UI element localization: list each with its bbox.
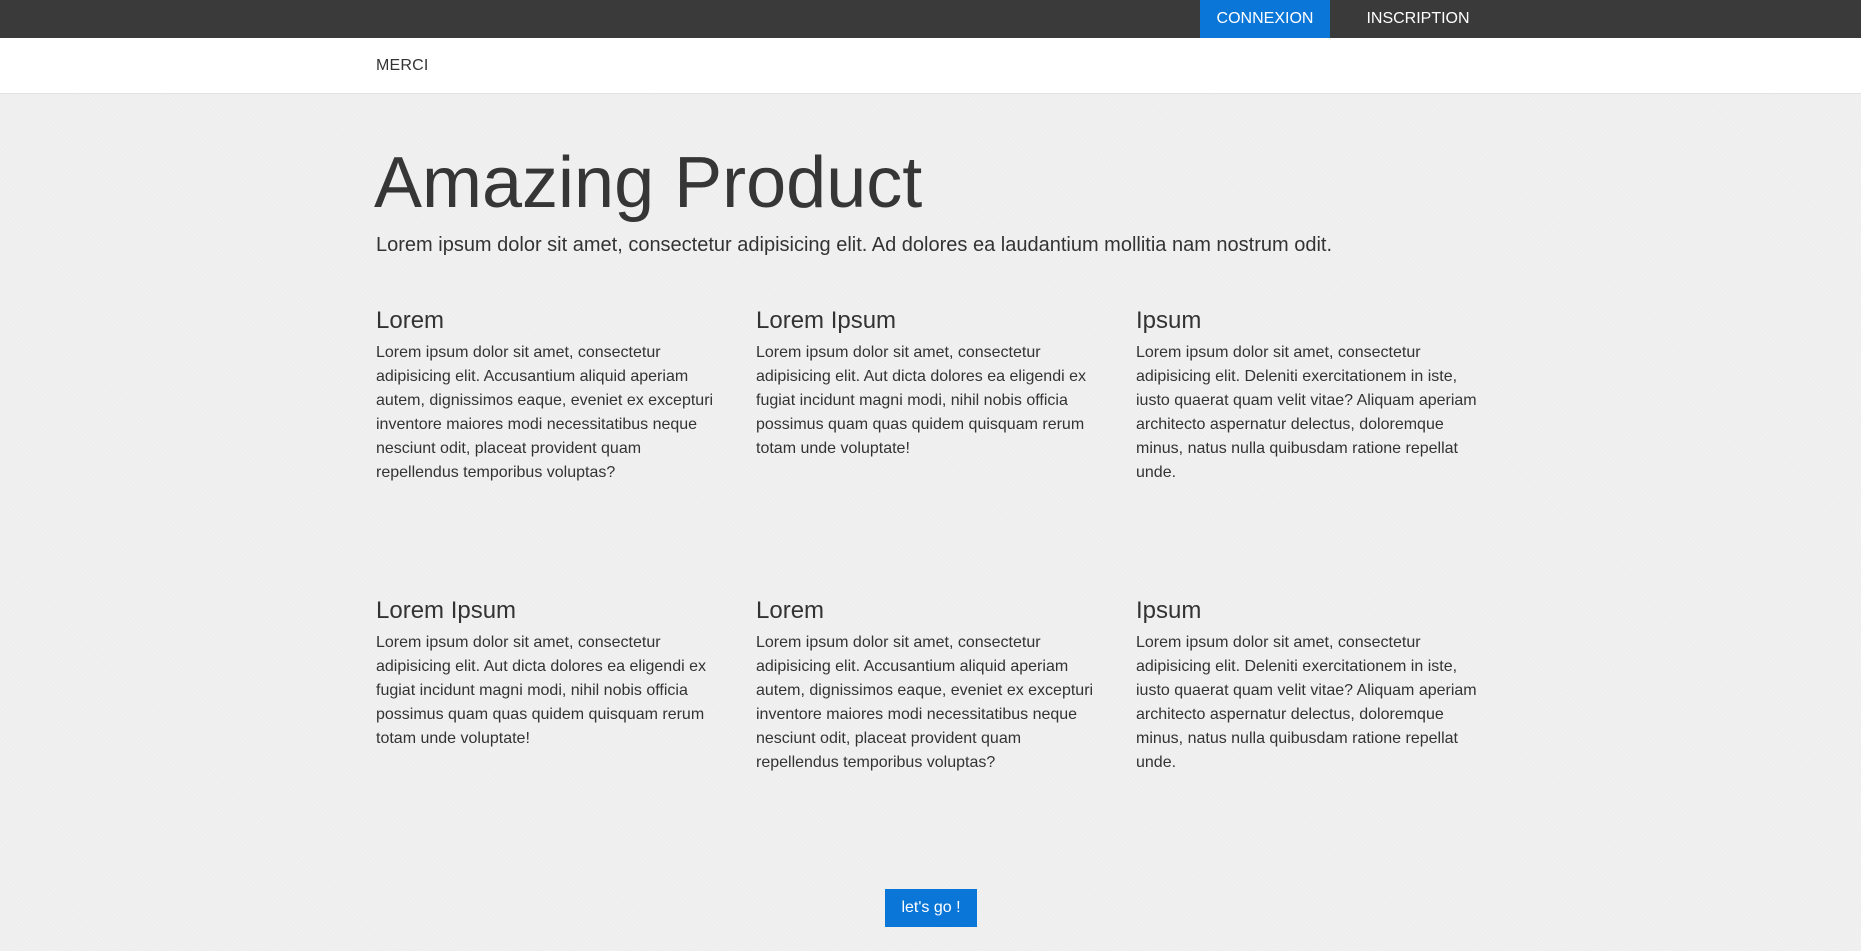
feature-title: Lorem Ipsum: [376, 597, 517, 624]
nav-connexion-link[interactable]: CONNEXION: [1200, 0, 1330, 38]
feature-block: Lorem Lorem ipsum dolor sit amet, consec…: [756, 596, 1108, 775]
feature-block: Lorem Ipsum Lorem ipsum dolor sit amet, …: [376, 596, 728, 751]
feature-text: Lorem ipsum dolor sit amet, consectetur …: [376, 634, 706, 747]
feature-block: Ipsum Lorem ipsum dolor sit amet, consec…: [1136, 596, 1488, 775]
secondary-navbar: MERCI: [0, 38, 1861, 94]
feature-text: Lorem ipsum dolor sit amet, consectetur …: [376, 344, 714, 481]
feature-title: Lorem: [376, 307, 445, 334]
feature-text: Lorem ipsum dolor sit amet, consectetur …: [1136, 634, 1477, 771]
lets-go-button[interactable]: let's go !: [885, 889, 977, 927]
feature-text: Lorem ipsum dolor sit amet, consectetur …: [1136, 344, 1477, 481]
feature-title: Ipsum: [1136, 597, 1202, 624]
top-navbar: CONNEXION INSCRIPTION: [0, 0, 1861, 38]
feature-block: Lorem Ipsum Lorem ipsum dolor sit amet, …: [756, 306, 1108, 461]
feature-block: Lorem Lorem ipsum dolor sit amet, consec…: [376, 306, 728, 485]
feature-block: Ipsum Lorem ipsum dolor sit amet, consec…: [1136, 306, 1488, 485]
feature-text: Lorem ipsum dolor sit amet, consectetur …: [756, 634, 1094, 771]
page-lead: Lorem ipsum dolor sit amet, consectetur …: [376, 234, 1333, 256]
feature-title: Lorem Ipsum: [756, 307, 897, 334]
feature-text: Lorem ipsum dolor sit amet, consectetur …: [756, 344, 1086, 457]
nav-inscription-link[interactable]: INSCRIPTION: [1350, 0, 1486, 38]
feature-title: Ipsum: [1136, 307, 1202, 334]
feature-title: Lorem: [756, 597, 825, 624]
brand-link[interactable]: MERCI: [376, 38, 429, 94]
page-title: Amazing Product: [374, 143, 923, 223]
